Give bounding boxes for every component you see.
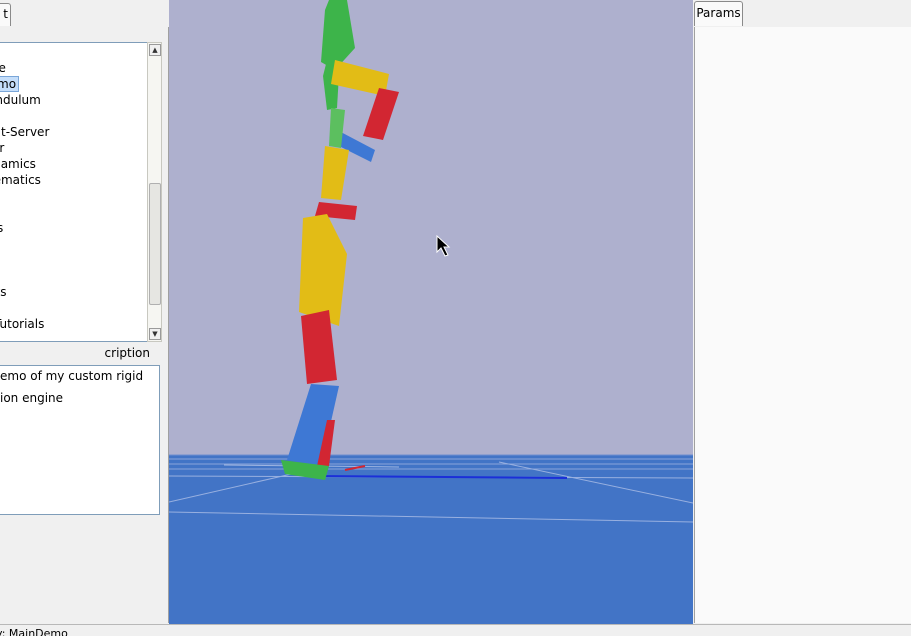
tree-item[interactable]: ent-Server xyxy=(0,124,148,140)
description-box[interactable]: emo of my custom rigid ion engine xyxy=(0,365,160,515)
description-label: cription xyxy=(104,346,150,360)
tree-item-label: endulum xyxy=(0,93,41,107)
scene-canvas xyxy=(169,0,693,624)
tree-item-label: nts xyxy=(0,285,7,299)
status-bar: y: MainDemo xyxy=(0,624,911,636)
tree-item[interactable]: ynamics xyxy=(0,156,148,172)
tree-item[interactable]: nts xyxy=(0,284,148,300)
description-line: ion engine xyxy=(0,391,159,407)
tree-item[interactable]: Tutorials xyxy=(0,316,148,332)
tree-item[interactable] xyxy=(0,204,148,220)
tree-item[interactable]: endulum xyxy=(0,92,148,108)
tree-item[interactable] xyxy=(0,108,148,124)
scroll-thumb[interactable] xyxy=(149,183,161,305)
tree-item-label: gine xyxy=(0,60,6,76)
demo-tree[interactable]: ginemoendulum ent-Servererynamics nematics… xyxy=(0,42,149,342)
tree-item-label: ks xyxy=(0,220,3,236)
scroll-down-button[interactable]: ▼ xyxy=(149,328,161,340)
tree-item[interactable]: mo xyxy=(0,76,148,92)
tree-item[interactable]: ks xyxy=(0,220,148,236)
tree-item-label: er xyxy=(0,140,4,156)
tree-item[interactable] xyxy=(0,188,148,204)
tree-item-label: ent-Server xyxy=(0,125,50,139)
left-tab-label: t xyxy=(3,7,8,21)
tree-item[interactable]: gine xyxy=(0,60,148,76)
ground-plane xyxy=(169,454,693,624)
params-panel xyxy=(694,27,911,623)
description-line: emo of my custom rigid xyxy=(0,369,159,385)
tree-item-label: Tutorials xyxy=(0,317,45,331)
tree-item-label: ynamics xyxy=(0,157,36,171)
tree-item[interactable] xyxy=(0,252,148,268)
description-text: emo of my custom rigid xyxy=(0,369,144,383)
tree-item-label: mo xyxy=(0,76,20,92)
tree-item[interactable]: er xyxy=(0,140,148,156)
tab-left-panel[interactable]: t xyxy=(0,3,11,26)
3d-viewport[interactable] xyxy=(169,0,693,624)
tree-item-label: nematics xyxy=(0,173,41,187)
tree-item[interactable] xyxy=(0,236,148,252)
tree-item[interactable]: l xyxy=(0,300,148,316)
tab-params[interactable]: Params xyxy=(694,1,743,26)
tree-scrollbar[interactable]: ▲ ▼ xyxy=(147,42,162,342)
tree-item[interactable]: nematics xyxy=(0,172,148,188)
tree-item[interactable] xyxy=(0,268,148,284)
description-label-wrap: cription xyxy=(0,346,150,362)
description-text: ion engine xyxy=(0,391,64,405)
scroll-up-button[interactable]: ▲ xyxy=(149,44,161,56)
